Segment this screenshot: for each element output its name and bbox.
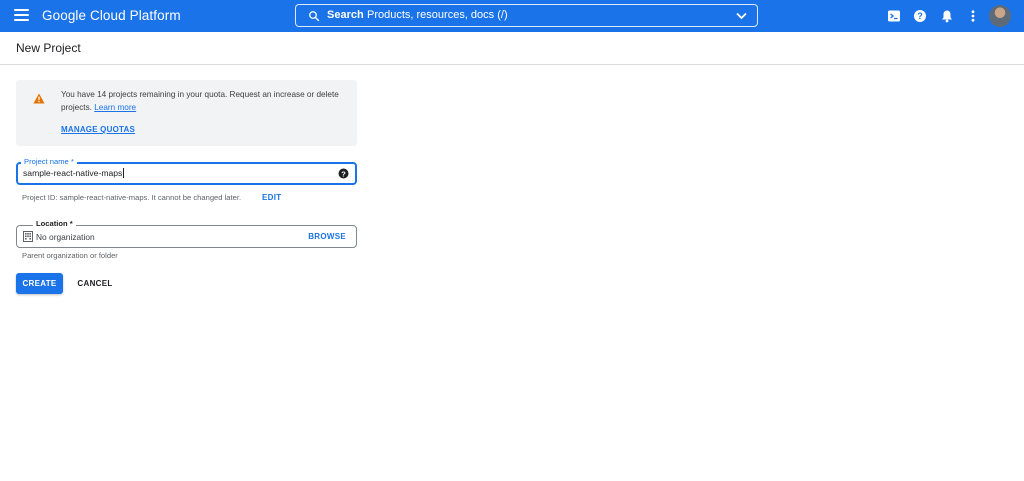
product-title[interactable]: Google Cloud Platform xyxy=(42,8,181,23)
location-field[interactable]: Location * No organization BROWSE xyxy=(16,219,357,248)
edit-project-id-button[interactable]: EDIT xyxy=(262,193,281,202)
search-label: Search xyxy=(327,9,364,21)
project-name-field[interactable]: Project name * sample-react-native-maps … xyxy=(16,157,357,185)
cancel-button[interactable]: CANCEL xyxy=(71,273,119,294)
building-icon xyxy=(23,231,33,242)
manage-quotas-link[interactable]: MANAGE QUOTAS xyxy=(61,125,135,134)
svg-text:?: ? xyxy=(341,169,346,178)
warning-icon xyxy=(33,93,45,104)
chevron-down-icon[interactable] xyxy=(736,12,747,20)
more-vert-icon[interactable] xyxy=(966,9,980,23)
help-circle-icon[interactable]: ? xyxy=(338,168,349,179)
page-title: New Project xyxy=(16,41,81,55)
quota-message: You have 14 projects remaining in your q… xyxy=(61,88,341,114)
menu-icon[interactable] xyxy=(14,9,29,23)
project-name-label: Project name * xyxy=(21,157,77,167)
location-hint: Parent organization or folder xyxy=(22,251,118,260)
learn-more-link[interactable]: Learn more xyxy=(94,103,136,112)
search-icon xyxy=(309,11,320,22)
project-name-value: sample-react-native-maps xyxy=(23,168,123,178)
avatar[interactable] xyxy=(989,5,1011,27)
search-bar[interactable]: Search Products, resources, docs (/) xyxy=(295,4,758,27)
page-header: New Project xyxy=(0,32,1024,65)
project-name-input[interactable]: sample-react-native-maps xyxy=(23,168,125,178)
help-icon[interactable]: ? xyxy=(913,9,927,23)
search-placeholder[interactable]: Products, resources, docs (/) xyxy=(367,9,508,21)
cloud-shell-icon[interactable] xyxy=(887,9,901,23)
text-caret xyxy=(123,168,125,178)
top-app-bar: Google Cloud Platform Search Products, r… xyxy=(0,0,1024,32)
location-label: Location * xyxy=(33,219,76,229)
notifications-icon[interactable] xyxy=(940,9,954,23)
quota-notice: You have 14 projects remaining in your q… xyxy=(16,80,357,146)
browse-button[interactable]: BROWSE xyxy=(308,232,346,241)
location-value: No organization xyxy=(36,232,95,242)
project-id-hint: Project ID: sample-react-native-maps. It… xyxy=(22,193,242,202)
svg-text:?: ? xyxy=(917,11,923,21)
create-button[interactable]: CREATE xyxy=(16,273,63,294)
